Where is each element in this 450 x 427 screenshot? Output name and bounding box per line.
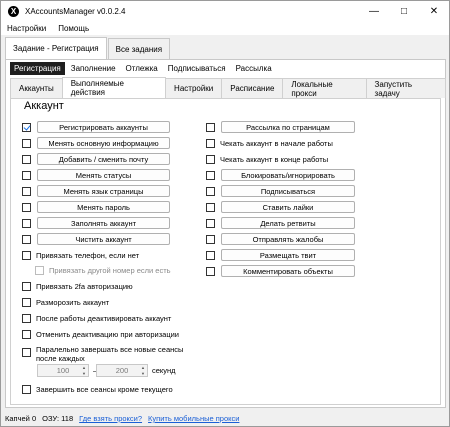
comment-button[interactable]: Комментировать объекты [221, 265, 355, 277]
tab-run-task[interactable]: Запустить задачу [365, 78, 446, 98]
sub-tabs: Регистрация Заполнение Отлежка Подписыва… [10, 62, 278, 75]
buy-mobile-proxy-link[interactable]: Купить мобильные прокси [148, 414, 239, 423]
subscribe-button[interactable]: Подписываться [221, 185, 355, 197]
maximize-icon[interactable]: □ [389, 1, 419, 21]
subtab-filling[interactable]: Заполнение [67, 62, 120, 75]
comment-checkbox[interactable] [206, 267, 215, 276]
fill-account-checkbox[interactable] [22, 219, 31, 228]
block-ignore-button[interactable]: Блокировать/игнорировать [221, 169, 355, 181]
minimize-icon[interactable]: — [359, 1, 389, 21]
bind-2fa-label: Привязать 2fa авторизацию [36, 282, 133, 291]
deactivate-after-checkbox[interactable] [22, 314, 31, 323]
complaints-button[interactable]: Отправлять жалобы [221, 233, 355, 245]
complaints-checkbox[interactable] [206, 235, 215, 244]
parallel-sessions-checkbox[interactable] [22, 348, 31, 357]
actions-content: Аккаунт Регистрировать аккаунты Менять о… [10, 98, 441, 405]
title-bar: X XAccountsManager v0.0.2.4 — □ ✕ [1, 1, 449, 21]
check-start-label: Чекать аккаунт в начале работы [220, 139, 333, 148]
unfreeze-label: Разморозить аккаунт [36, 298, 110, 307]
cancel-deactivation-checkbox[interactable] [22, 330, 31, 339]
check-end-checkbox[interactable] [206, 155, 215, 164]
post-tweet-checkbox[interactable] [206, 251, 215, 260]
stepper-arrows-icon[interactable]: ▲ ▼ [82, 365, 86, 377]
deactivate-after-label: После работы деактивировать аккаунт [36, 314, 172, 323]
tab-accounts[interactable]: Аккаунты [10, 78, 63, 98]
clean-account-checkbox[interactable] [22, 235, 31, 244]
check-start-checkbox[interactable] [206, 139, 215, 148]
subtab-mailing[interactable]: Рассылка [232, 62, 276, 75]
subtab-subscribe[interactable]: Подписываться [164, 62, 230, 75]
stepper-arrows-icon[interactable]: ▲ ▼ [141, 365, 145, 377]
change-email-checkbox[interactable] [22, 155, 31, 164]
post-tweet-button[interactable]: Размещать твит [221, 249, 355, 261]
subscribe-checkbox[interactable] [206, 187, 215, 196]
register-accounts-button[interactable]: Регистрировать аккаунты [37, 121, 170, 133]
bind-other-phone-checkbox[interactable] [35, 266, 44, 275]
change-email-button[interactable]: Добавить / сменить почту [37, 153, 170, 165]
change-info-button[interactable]: Менять основную информацию [37, 137, 170, 149]
tab-settings[interactable]: Настройки [165, 78, 223, 98]
likes-checkbox[interactable] [206, 203, 215, 212]
change-language-button[interactable]: Менять язык страницы [37, 185, 170, 197]
main-tabs: Задание - Регистрация Все задания [5, 37, 171, 59]
range-from-value: 100 [56, 366, 70, 375]
bind-2fa-checkbox[interactable] [22, 282, 31, 291]
where-proxy-link[interactable]: Где взять прокси? [79, 414, 142, 423]
task-panel: Регистрация Заполнение Отлежка Подписыва… [5, 59, 446, 408]
bind-phone-label: Привязать телефон, если нет [36, 251, 140, 260]
menu-settings[interactable]: Настройки [1, 24, 52, 33]
fill-account-button[interactable]: Заполнять аккаунт [37, 217, 170, 229]
range-to-input[interactable]: 200 ▲ ▼ [96, 364, 148, 377]
window-title: XAccountsManager v0.0.2.4 [25, 6, 126, 16]
tab-all-tasks[interactable]: Все задания [107, 38, 171, 59]
change-info-checkbox[interactable] [22, 139, 31, 148]
mailing-pages-checkbox[interactable] [206, 123, 215, 132]
end-sessions-checkbox[interactable] [22, 385, 31, 394]
check-end-label: Чекать аккаунт в конце работы [220, 155, 329, 164]
seconds-label: секунд [152, 366, 176, 375]
clean-account-button[interactable]: Чистить аккаунт [37, 233, 170, 245]
range-from-input[interactable]: 100 ▲ ▼ [37, 364, 89, 377]
change-language-checkbox[interactable] [22, 187, 31, 196]
captcha-counter: Капчей 0 [5, 414, 37, 423]
tab-actions[interactable]: Выполняемые действия [61, 77, 167, 98]
app-window: X XAccountsManager v0.0.2.4 — □ ✕ Настро… [0, 0, 450, 427]
close-icon[interactable]: ✕ [419, 1, 449, 21]
app-logo-icon: X [8, 5, 19, 17]
cancel-deactivation-label: Отменить деактивацию при авторизации [36, 330, 179, 339]
status-bar: Капчей 0 ОЗУ: 118 Где взять прокси? Купи… [1, 411, 449, 426]
mailing-pages-button[interactable]: Рассылка по страницам [221, 121, 355, 133]
section-title: Аккаунт [24, 100, 64, 112]
tab-task-registration[interactable]: Задание - Регистрация [5, 37, 107, 59]
subtab-resting[interactable]: Отлежка [122, 62, 162, 75]
subtab-registration[interactable]: Регистрация [10, 62, 65, 75]
tab-local-proxies[interactable]: Локальные прокси [282, 78, 367, 98]
change-statuses-checkbox[interactable] [22, 171, 31, 180]
retweets-checkbox[interactable] [206, 219, 215, 228]
register-checkbox[interactable] [22, 123, 31, 132]
unfreeze-checkbox[interactable] [22, 298, 31, 307]
retweets-button[interactable]: Делать ретвиты [221, 217, 355, 229]
likes-button[interactable]: Ставить лайки [221, 201, 355, 213]
range-to-value: 200 [115, 366, 129, 375]
ram-usage: ОЗУ: 118 [42, 414, 74, 423]
change-password-button[interactable]: Менять пароль [37, 201, 170, 213]
end-sessions-label: Завершить все сеансы кроме текущего [36, 385, 173, 394]
block-ignore-checkbox[interactable] [206, 171, 215, 180]
settings-tabs: Аккаунты Выполняемые действия Настройки … [10, 77, 446, 98]
parallel-sessions-label: Паралельно завершать все новые сеансы по… [36, 345, 184, 363]
change-statuses-button[interactable]: Менять статусы [37, 169, 170, 181]
bind-other-phone-label: Привязать другой номер если есть [49, 266, 171, 275]
menu-bar: Настройки Помощь [1, 21, 449, 35]
change-password-checkbox[interactable] [22, 203, 31, 212]
menu-help[interactable]: Помощь [52, 24, 95, 33]
tab-schedule[interactable]: Расписание [221, 78, 284, 98]
bind-phone-checkbox[interactable] [22, 251, 31, 260]
